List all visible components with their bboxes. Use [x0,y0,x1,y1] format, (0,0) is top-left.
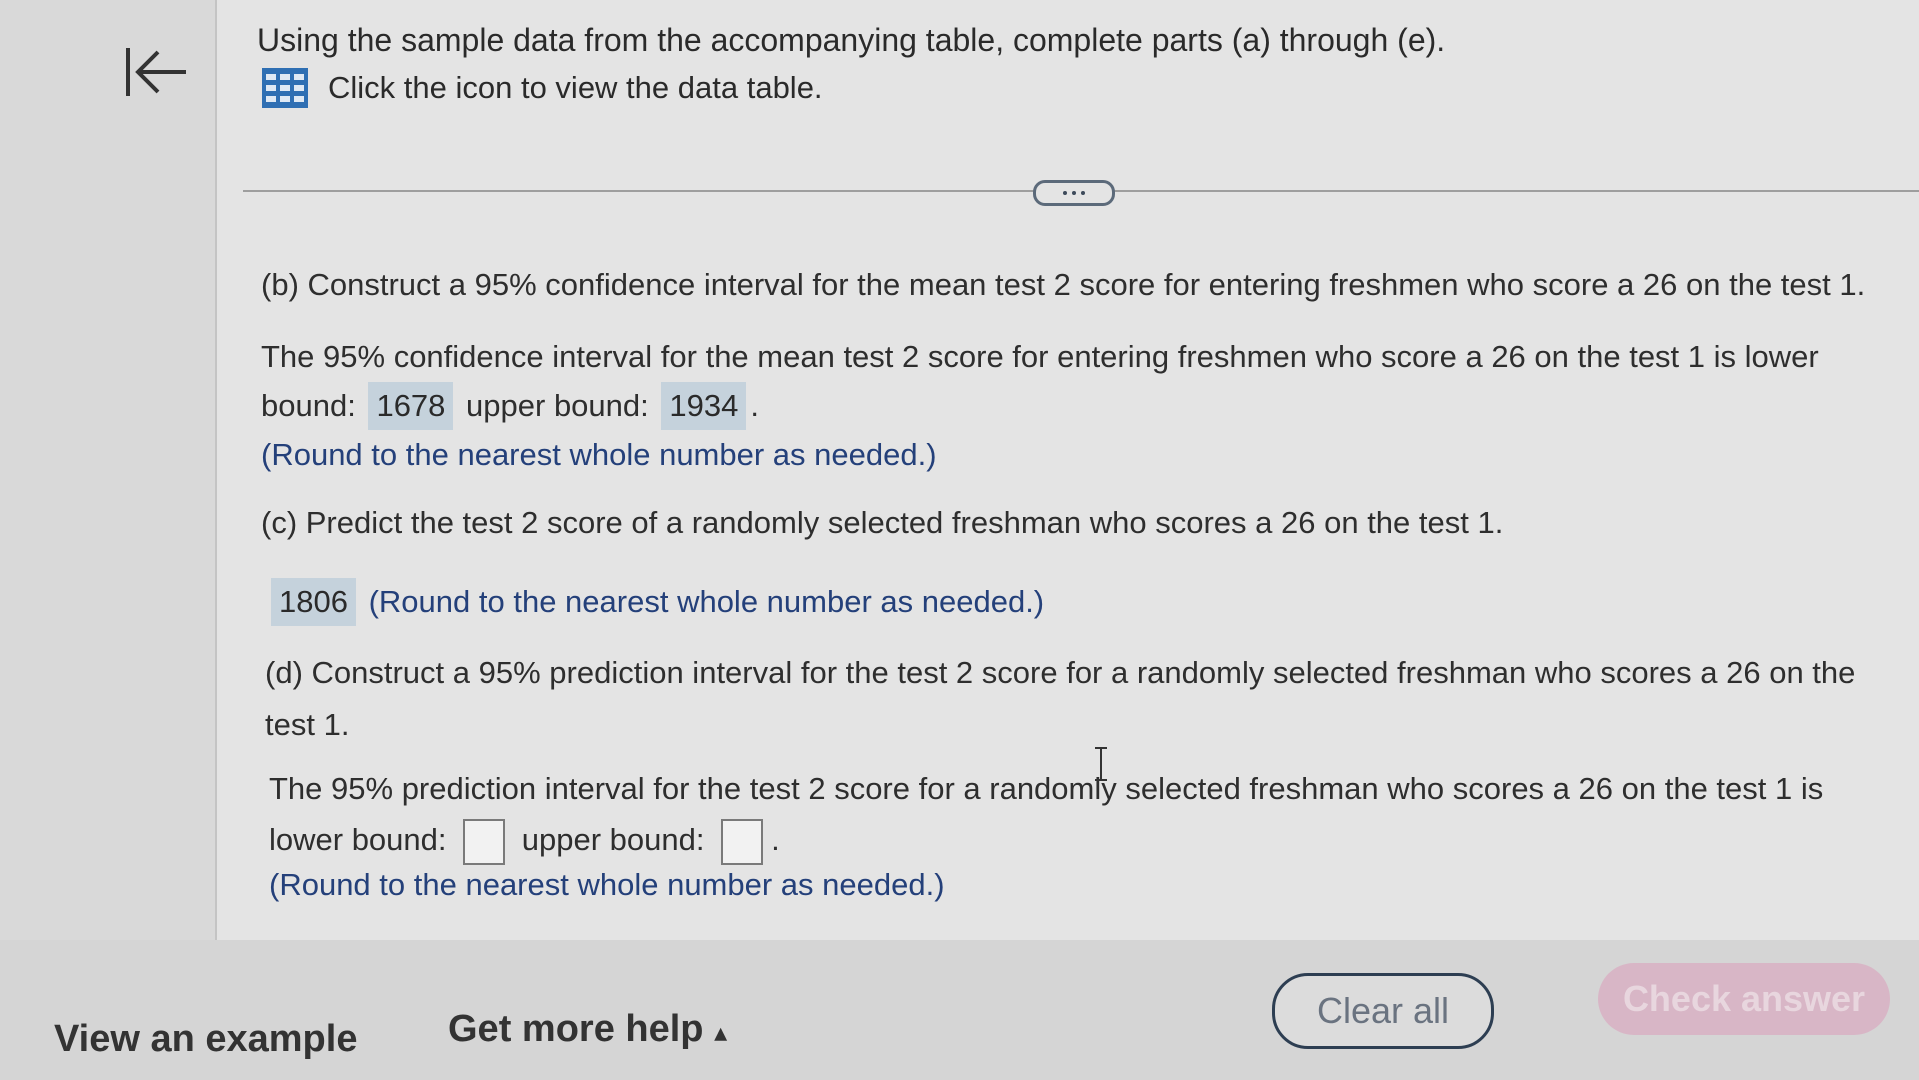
grid-table-icon[interactable] [262,68,308,108]
view-data-table-link[interactable]: Click the icon to view the data table. [262,68,823,108]
part-d-question-line1: (d) Construct a 95% prediction interval … [265,655,1856,690]
ellipsis-icon [1063,191,1067,195]
question-intro: Using the sample data from the accompany… [257,22,1446,58]
part-b-lower-bound-answer[interactable]: 1678 [368,382,454,430]
part-b-upper-label: upper bound: [466,388,649,423]
part-b-upper-bound-answer[interactable]: 1934 [661,382,747,430]
part-c-round-note: (Round to the nearest whole number as ne… [368,584,1045,619]
part-d-period: . [771,822,780,857]
part-d-lower-label: lower bound: [269,822,447,857]
left-rail [0,0,217,940]
back-to-start-icon[interactable] [122,42,192,102]
part-d-lower-bound-input[interactable] [463,818,506,865]
part-b-question: (b) Construct a 95% confidence interval … [261,267,1866,302]
question-panel: Using the sample data from the accompany… [217,0,1919,940]
text-cursor-icon [1095,747,1107,781]
part-b-lower-label: bound: [261,388,356,423]
part-c-question: (c) Predict the test 2 score of a random… [261,505,1504,540]
get-more-help-label: Get more help [448,1008,704,1050]
check-answer-button[interactable]: Check answer [1598,963,1890,1035]
get-more-help-button[interactable]: Get more help ▴ [448,1008,727,1051]
part-b-period: . [750,388,759,423]
part-b-bounds-row: bound: 1678 upper bound: 1934. [261,382,759,430]
part-d-upper-bound-input[interactable] [721,818,764,865]
part-c-answer-row: 1806 (Round to the nearest whole number … [267,578,1044,626]
view-data-table-label: Click the icon to view the data table. [328,70,823,105]
view-example-link[interactable]: View an example [54,1018,357,1061]
expand-more-button[interactable] [1033,180,1115,206]
part-d-upper-label: upper bound: [521,822,705,857]
part-c-prediction-answer[interactable]: 1806 [271,578,356,626]
part-b-round-note: (Round to the nearest whole number as ne… [261,437,937,472]
part-d-round-note: (Round to the nearest whole number as ne… [269,867,945,902]
part-d-bounds-row: lower bound: upper bound: . [269,817,780,865]
part-d-answer-line: The 95% prediction interval for the test… [269,771,1824,806]
caret-up-icon: ▴ [714,1017,728,1047]
clear-all-button[interactable]: Clear all [1272,973,1494,1049]
part-b-answer-line: The 95% confidence interval for the mean… [261,339,1819,374]
part-d-question-line2: test 1. [265,707,350,742]
